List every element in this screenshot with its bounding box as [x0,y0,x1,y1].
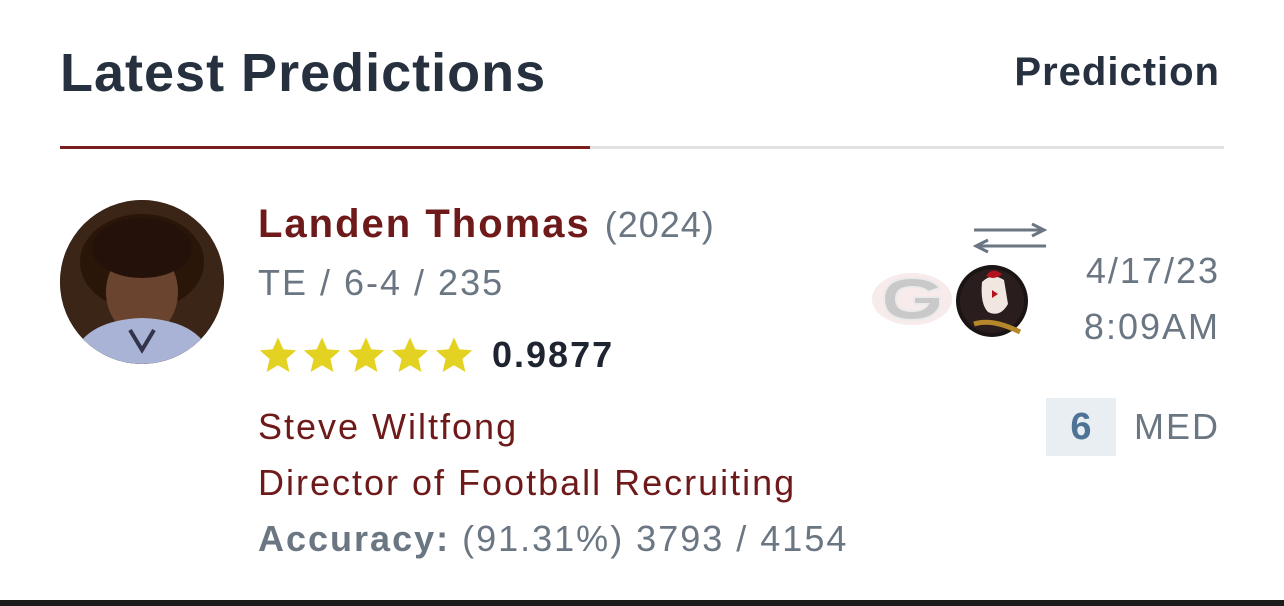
active-tab-indicator [60,146,590,149]
analyst-role: Director of Football Recruiting [258,462,797,503]
confidence-score: 6 [1046,398,1116,456]
bottom-divider [0,600,1284,606]
star-icon [435,337,473,373]
analyst-accuracy: Accuracy: (91.31%) 3793 / 4154 [258,518,848,560]
prediction-date: 4/17/23 [1085,250,1220,291]
confidence-label: MED [1134,406,1220,447]
player-class-year: (2024) [604,204,715,245]
section-title: Latest Predictions [60,43,547,103]
player-details: TE / 6-4 / 235 [258,262,505,303]
player-name[interactable]: Landen Thomas [258,202,591,246]
florida-state-seminole-logo [956,265,1028,337]
georgia-g-logo [872,273,952,325]
player-photo [60,200,224,364]
player-avatar[interactable] [60,200,224,364]
player-rating: 0.9877 [492,334,615,375]
header-divider [60,146,1224,149]
star-icon [391,337,429,373]
accuracy-value: (91.31%) 3793 / 4154 [462,518,849,559]
star-icon [347,337,385,373]
accuracy-label: Accuracy: [258,518,451,559]
swap-arrows-icon [972,222,1048,254]
prediction-time: 8:09AM [1083,306,1220,347]
star-icon [303,337,341,373]
prediction-column-header: Prediction [1014,50,1220,94]
player-rating-row: 0.9877 [258,334,614,376]
star-rating [258,336,474,374]
player-name-row: Landen Thomas (2024) [258,202,715,247]
star-icon [259,337,297,373]
analyst-name[interactable]: Steve Wiltfong [258,406,518,448]
